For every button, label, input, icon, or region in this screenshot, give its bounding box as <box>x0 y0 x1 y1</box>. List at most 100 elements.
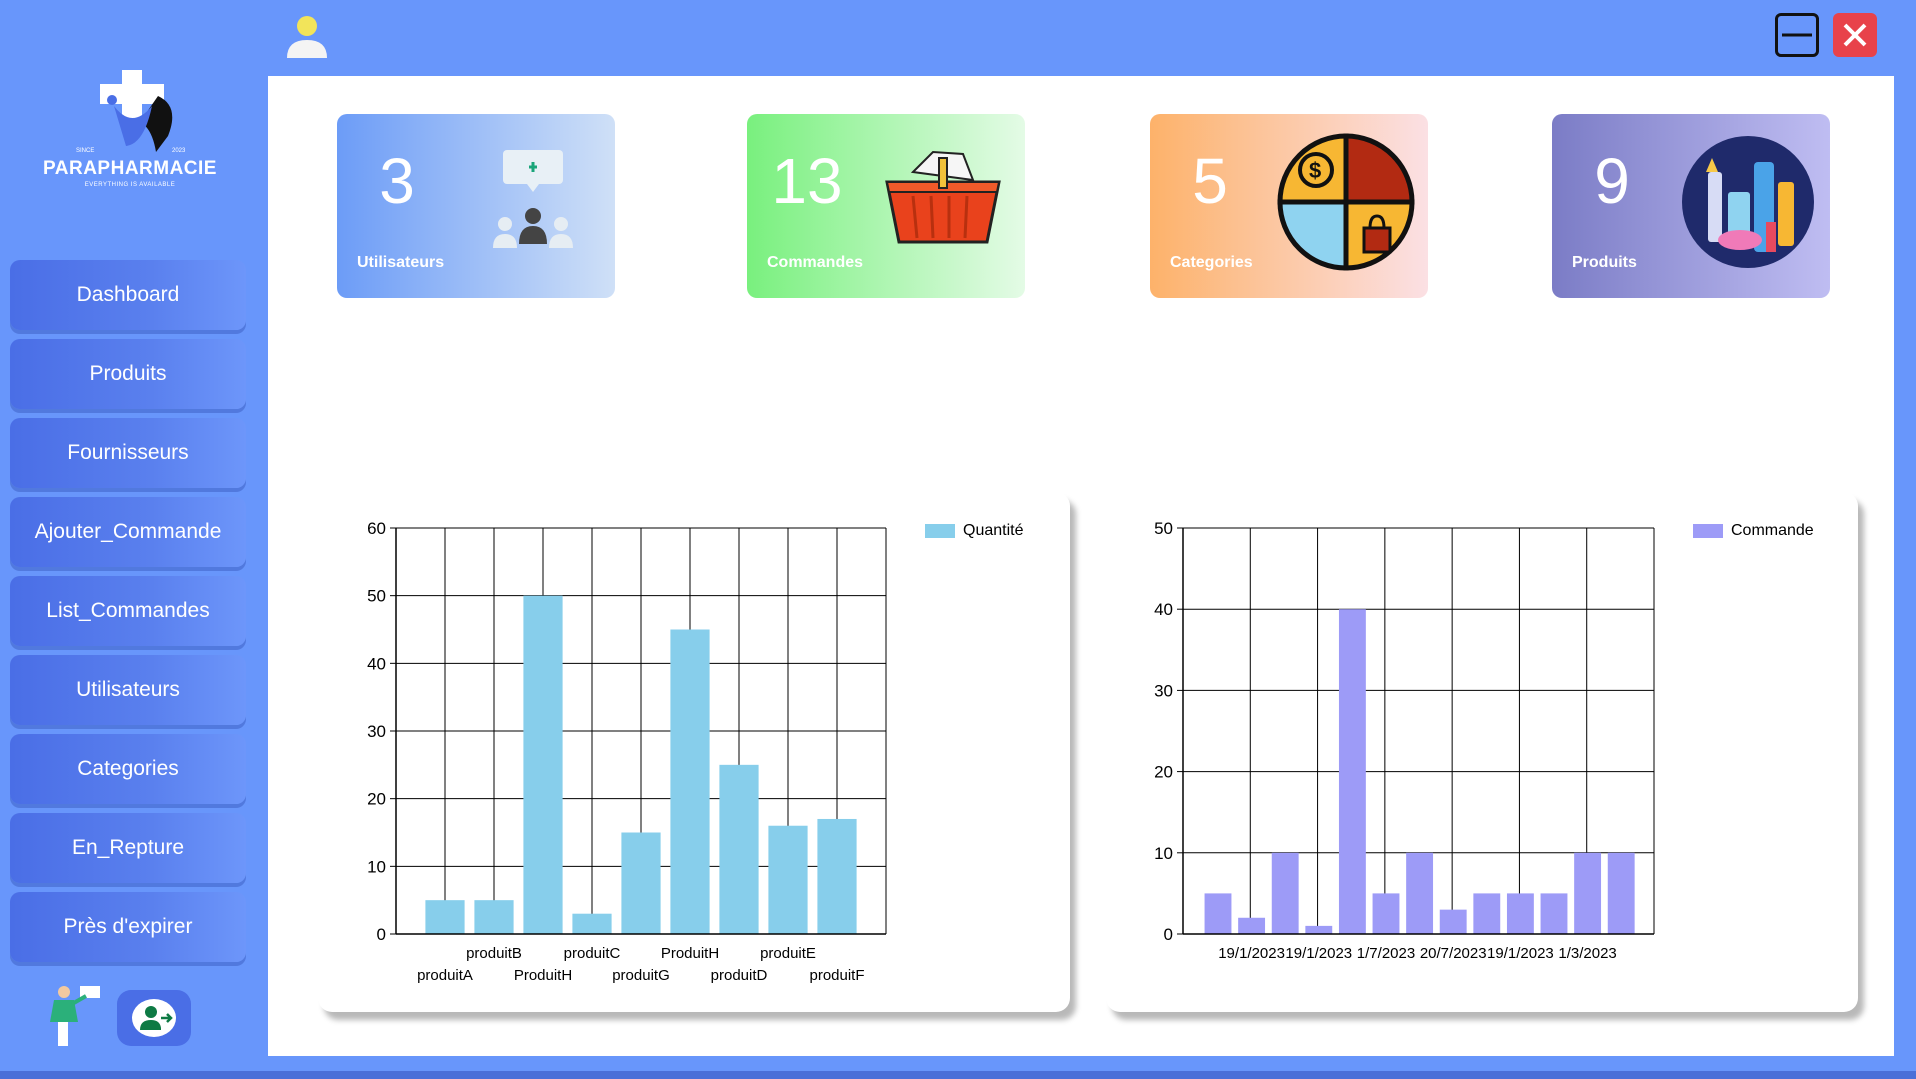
pharmacist-icon[interactable] <box>44 982 102 1048</box>
x-tick-label: 19/1/2023 <box>1285 945 1352 962</box>
users-group-icon <box>493 150 573 248</box>
x-tick-label: 20/7/2023 <box>1420 945 1487 962</box>
x-tick-label: produitD <box>711 967 768 984</box>
y-tick-label: 50 <box>1154 519 1173 538</box>
bar <box>1473 893 1501 934</box>
x-tick-label: 1/3/2023 <box>1558 945 1616 962</box>
sidebar-item-list-commandes[interactable]: List_Commandes <box>10 576 246 646</box>
sidebar-item-ajouter-commande[interactable]: Ajouter_Commande <box>10 497 246 567</box>
stat-label: Categories <box>1170 254 1253 271</box>
x-tick-label: produitF <box>809 967 864 984</box>
sidebar-item-pres-expirer[interactable]: Près d'expirer <box>10 892 246 962</box>
stat-label: Commandes <box>767 254 864 271</box>
y-tick-label: 10 <box>367 857 386 876</box>
bottom-border <box>0 1071 1916 1079</box>
x-tick-label: produitB <box>466 945 522 962</box>
sidebar-item-en-repture[interactable]: En_Repture <box>10 813 246 883</box>
user-avatar-icon[interactable] <box>283 14 331 60</box>
bar <box>1372 893 1400 934</box>
brand-logo: SINCE 2023 PARAPHARMACIE EVERYTHING IS A… <box>40 66 220 196</box>
sidebar-item-produits[interactable]: Produits <box>10 339 246 409</box>
bar <box>817 818 857 934</box>
stat-value: 5 <box>1192 145 1228 217</box>
y-tick-label: 40 <box>367 654 386 673</box>
y-tick-label: 50 <box>367 587 386 606</box>
y-tick-label: 60 <box>367 519 386 538</box>
categories-icon: $ <box>1277 133 1415 271</box>
bar <box>523 595 563 934</box>
bar <box>1439 909 1467 934</box>
logout-button[interactable] <box>117 990 191 1046</box>
bar <box>670 629 710 934</box>
close-icon <box>1843 23 1867 47</box>
x-tick-label: 1/7/2023 <box>1357 945 1415 962</box>
sidebar-item-categories[interactable]: Categories <box>10 734 246 804</box>
y-tick-label: 0 <box>1164 925 1173 944</box>
stat-value: 3 <box>379 145 415 217</box>
bar <box>1305 925 1333 934</box>
x-tick-label: produitG <box>612 967 670 984</box>
x-tick-label: 19/1/2023 <box>1487 945 1554 962</box>
sidebar-item-dashboard[interactable]: Dashboard <box>10 260 246 330</box>
minimize-icon <box>1782 33 1812 37</box>
bar <box>1607 852 1635 934</box>
bar <box>1406 852 1434 934</box>
stat-value: 13 <box>771 145 843 217</box>
orders-chart-panel: 0 10 20 30 40 50 19/1/2023 19/1/2023 1/7/2023 20/… <box>1106 492 1858 1012</box>
bar <box>621 832 661 934</box>
svg-text:2023: 2023 <box>172 148 186 154</box>
chart-legend: Commande <box>1693 522 1814 540</box>
x-tick-label: produitE <box>760 945 816 962</box>
orders-bar-chart: 0102030405019/1/2023 19/1/2023 1/7/2023 20/… <box>1154 519 1655 962</box>
app-window: SINCE 2023 PARAPHARMACIE EVERYTHING IS A… <box>0 0 1916 1079</box>
quantity-bar-chart: 0 10 20 30 40 50 60 produitA produitB ProduitH pro… <box>367 519 887 984</box>
y-tick-label: 0 <box>377 925 386 944</box>
svg-text:$: $ <box>1309 158 1321 183</box>
y-tick-label: 20 <box>1154 763 1173 782</box>
x-tick-label: produitC <box>564 945 621 962</box>
chart-legend: Quantité <box>925 522 1023 540</box>
bar <box>1338 609 1366 934</box>
y-tick-label: 40 <box>1154 600 1173 619</box>
close-button[interactable] <box>1833 13 1877 57</box>
legend-label: Commande <box>1731 522 1814 539</box>
y-tick-label: 10 <box>1154 844 1173 863</box>
x-tick-label: ProduitH <box>661 945 719 962</box>
logo-icon: SINCE 2023 <box>76 70 186 154</box>
y-tick-label: 30 <box>1154 681 1173 700</box>
stat-card-categories[interactable]: 5 Categories $ <box>1150 114 1428 298</box>
bar <box>768 825 808 934</box>
bar <box>1506 893 1534 934</box>
bar <box>1540 893 1568 934</box>
stat-card-orders[interactable]: 13 Commandes <box>747 114 1025 298</box>
stat-value: 9 <box>1594 145 1630 217</box>
bar <box>572 913 612 934</box>
legend-label: Quantité <box>963 522 1024 539</box>
y-tick-label: 30 <box>367 722 386 741</box>
legend-swatch <box>1693 524 1723 538</box>
svg-text:SINCE: SINCE <box>76 148 94 154</box>
minimize-button[interactable] <box>1775 13 1819 57</box>
bar <box>719 764 759 934</box>
logout-icon <box>132 999 176 1037</box>
sidebar-item-utilisateurs[interactable]: Utilisateurs <box>10 655 246 725</box>
x-tick-label: produitA <box>417 967 473 984</box>
bar <box>1238 917 1266 934</box>
sidebar-item-fournisseurs[interactable]: Fournisseurs <box>10 418 246 488</box>
bar <box>1204 893 1232 934</box>
brand-tagline: EVERYTHING IS AVAILABLE <box>84 182 176 188</box>
legend-swatch <box>925 524 955 538</box>
stat-card-users[interactable]: 3 Utilisateurs <box>337 114 615 298</box>
x-tick-label: ProduitH <box>514 967 572 984</box>
y-tick-label: 20 <box>367 790 386 809</box>
stat-label: Utilisateurs <box>357 254 445 271</box>
bar <box>425 900 465 934</box>
x-tick-label: 19/1/2023 <box>1218 945 1285 962</box>
cosmetics-icon <box>1682 136 1814 268</box>
bar <box>474 900 514 934</box>
basket-icon <box>885 150 1001 244</box>
bar <box>1271 852 1299 934</box>
brand-name: PARAPHARMACIE <box>43 158 217 179</box>
stat-card-products[interactable]: 9 Produits <box>1552 114 1830 298</box>
bar <box>1574 852 1602 934</box>
